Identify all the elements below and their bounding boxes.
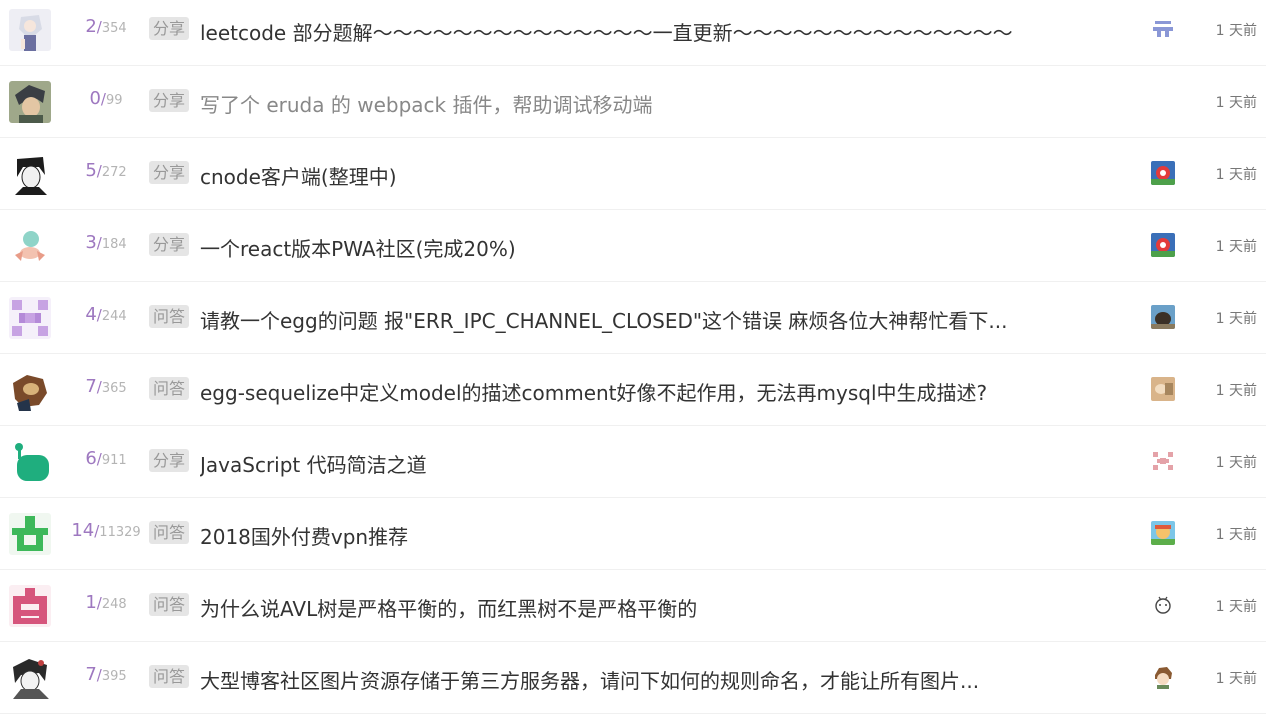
reply-count: 4 — [85, 304, 97, 325]
last-reply-avatar[interactable] — [1151, 593, 1175, 617]
reply-visit-count: 0/99 — [56, 88, 156, 109]
reply-count: 14 — [71, 520, 95, 541]
last-reply-time[interactable]: 1 天前 — [1216, 164, 1257, 184]
author-avatar[interactable] — [9, 297, 51, 339]
last-reply-avatar[interactable] — [1151, 161, 1175, 185]
topic-row: 2/354 分享 leetcode 部分题解～～～～～～～～～～～～～～一直更新… — [0, 0, 1266, 66]
reply-count: 5 — [85, 160, 97, 181]
reply-count: 6 — [85, 448, 97, 469]
author-avatar[interactable] — [9, 441, 51, 483]
visit-count: 244 — [101, 309, 127, 324]
reply-count: 0 — [89, 88, 101, 109]
last-reply-avatar[interactable] — [1151, 305, 1175, 329]
reply-count: 7 — [85, 376, 97, 397]
topic-row: 14/11329 问答 2018国外付费vpn推荐 1 天前 — [0, 498, 1266, 570]
author-avatar[interactable] — [9, 9, 51, 51]
reply-visit-count: 4/244 — [56, 304, 156, 325]
topic-row: 7/395 问答 大型博客社区图片资源存储于第三方服务器，请问下如何的规则命名，… — [0, 642, 1266, 714]
topic-row: 0/99 分享 写了个 eruda 的 webpack 插件，帮助调试移动端 1… — [0, 66, 1266, 138]
reply-visit-count: 6/911 — [56, 448, 156, 469]
topic-row: 1/248 问答 为什么说AVL树是严格平衡的，而红黑树不是严格平衡的 1 天前 — [0, 570, 1266, 642]
topic-row: 6/911 分享 JavaScript 代码简洁之道 1 天前 — [0, 426, 1266, 498]
reply-count: 7 — [85, 664, 97, 685]
visit-count: 11329 — [99, 525, 141, 540]
reply-visit-count: 7/365 — [56, 376, 156, 397]
tab-badge: 分享 — [149, 449, 190, 472]
last-reply-avatar[interactable] — [1151, 665, 1175, 689]
last-reply-avatar[interactable] — [1151, 377, 1175, 401]
visit-count: 248 — [101, 597, 127, 612]
reply-count: 1 — [85, 592, 97, 613]
topic-title-link[interactable]: 为什么说AVL树是严格平衡的，而红黑树不是严格平衡的 — [200, 593, 697, 622]
reply-visit-count: 7/395 — [56, 664, 156, 685]
topic-row: 5/272 分享 cnode客户端(整理中) 1 天前 — [0, 138, 1266, 210]
last-reply-time[interactable]: 1 天前 — [1216, 524, 1257, 544]
last-reply-time[interactable]: 1 天前 — [1216, 92, 1257, 112]
topic-title-link[interactable]: 大型博客社区图片资源存储于第三方服务器，请问下如何的规则命名，才能让所有图片..… — [200, 665, 979, 694]
topic-title-link[interactable]: egg-sequelize中定义model的描述comment好像不起作用，无法… — [200, 377, 987, 406]
topic-title-link[interactable]: cnode客户端(整理中) — [200, 161, 397, 190]
reply-visit-count: 14/11329 — [56, 520, 156, 541]
tab-badge: 问答 — [149, 521, 190, 544]
topic-row: 3/184 分享 一个react版本PWA社区(完成20%) 1 天前 — [0, 210, 1266, 282]
author-avatar[interactable] — [9, 225, 51, 267]
topic-title-link[interactable]: 2018国外付费vpn推荐 — [200, 521, 408, 550]
last-reply-time[interactable]: 1 天前 — [1216, 596, 1257, 616]
tab-badge: 分享 — [149, 161, 190, 184]
topic-title-link[interactable]: leetcode 部分题解～～～～～～～～～～～～～～一直更新～～～～～～～～～… — [200, 17, 1013, 46]
tab-badge: 问答 — [149, 665, 190, 688]
tab-badge: 分享 — [149, 89, 190, 112]
topic-row: 4/244 问答 请教一个egg的问题 报"ERR_IPC_CHANNEL_CL… — [0, 282, 1266, 354]
tab-badge: 问答 — [149, 305, 190, 328]
author-avatar[interactable] — [9, 657, 51, 699]
last-reply-time[interactable]: 1 天前 — [1216, 452, 1257, 472]
author-avatar[interactable] — [9, 369, 51, 411]
last-reply-avatar[interactable] — [1151, 233, 1175, 257]
topic-title-link[interactable]: 请教一个egg的问题 报"ERR_IPC_CHANNEL_CLOSED"这个错误… — [200, 305, 1008, 334]
author-avatar[interactable] — [9, 513, 51, 555]
last-reply-time[interactable]: 1 天前 — [1216, 308, 1257, 328]
last-reply-time[interactable]: 1 天前 — [1216, 236, 1257, 256]
tab-badge: 分享 — [149, 233, 190, 256]
visit-count: 395 — [101, 669, 127, 684]
author-avatar[interactable] — [9, 585, 51, 627]
author-avatar[interactable] — [9, 81, 51, 123]
tab-badge: 分享 — [149, 17, 190, 40]
topic-title-link[interactable]: 写了个 eruda 的 webpack 插件，帮助调试移动端 — [200, 89, 652, 118]
reply-count: 2 — [85, 16, 97, 37]
last-reply-avatar[interactable] — [1151, 17, 1175, 41]
reply-count: 3 — [85, 232, 97, 253]
reply-visit-count: 5/272 — [56, 160, 156, 181]
visit-count: 272 — [101, 165, 127, 180]
visit-count: 911 — [101, 453, 127, 468]
tab-badge: 问答 — [149, 377, 190, 400]
visit-count: 365 — [101, 381, 127, 396]
topic-title-link[interactable]: 一个react版本PWA社区(完成20%) — [200, 233, 516, 262]
last-reply-time[interactable]: 1 天前 — [1216, 668, 1257, 688]
last-reply-time[interactable]: 1 天前 — [1216, 380, 1257, 400]
last-reply-avatar[interactable] — [1151, 521, 1175, 545]
last-reply-time[interactable]: 1 天前 — [1216, 20, 1257, 40]
reply-visit-count: 2/354 — [56, 16, 156, 37]
topic-list: 2/354 分享 leetcode 部分题解～～～～～～～～～～～～～～一直更新… — [0, 0, 1266, 714]
reply-visit-count: 1/248 — [56, 592, 156, 613]
tab-badge: 问答 — [149, 593, 190, 616]
author-avatar[interactable] — [9, 153, 51, 195]
visit-count: 184 — [101, 237, 127, 252]
visit-count: 99 — [105, 93, 123, 108]
visit-count: 354 — [101, 21, 127, 36]
topic-row: 7/365 问答 egg-sequelize中定义model的描述comment… — [0, 354, 1266, 426]
reply-visit-count: 3/184 — [56, 232, 156, 253]
topic-title-link[interactable]: JavaScript 代码简洁之道 — [200, 449, 427, 478]
last-reply-avatar[interactable] — [1151, 449, 1175, 473]
